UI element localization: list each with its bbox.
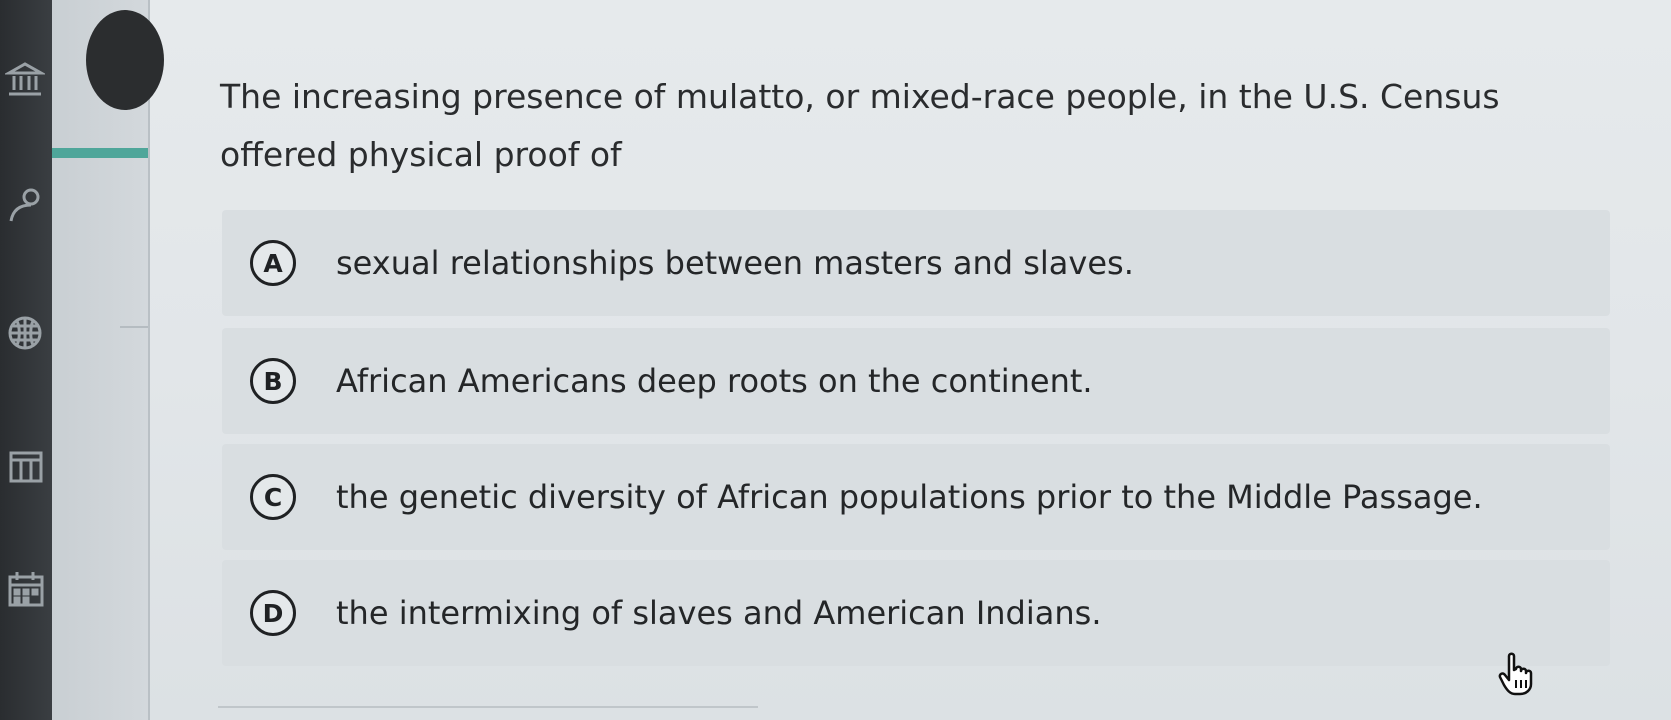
left-rail — [0, 0, 52, 720]
calendar-icon[interactable] — [2, 566, 48, 612]
option-c[interactable]: C the genetic diversity of African popul… — [222, 444, 1610, 550]
option-a-letter: A — [250, 240, 296, 286]
globe-icon[interactable] — [2, 310, 48, 356]
active-section-indicator — [52, 148, 148, 158]
option-c-text: the genetic diversity of African populat… — [336, 478, 1483, 516]
person-search-icon[interactable] — [2, 182, 48, 228]
option-a[interactable]: A sexual relationships between masters a… — [222, 210, 1610, 316]
avatar[interactable] — [86, 10, 164, 110]
option-a-text: sexual relationships between masters and… — [336, 244, 1134, 282]
option-d-letter: D — [250, 590, 296, 636]
library-icon[interactable] — [2, 444, 48, 490]
institution-icon[interactable] — [2, 56, 48, 102]
question-text: The increasing presence of mulatto, or m… — [220, 77, 1500, 174]
option-c-letter: C — [250, 474, 296, 520]
option-b-letter: B — [250, 358, 296, 404]
screen: The increasing presence of mulatto, or m… — [0, 0, 1671, 720]
option-d[interactable]: D the intermixing of slaves and American… — [222, 560, 1610, 666]
option-b-text: African Americans deep roots on the cont… — [336, 362, 1093, 400]
option-d-text: the intermixing of slaves and American I… — [336, 594, 1102, 632]
footer-divider — [218, 706, 758, 708]
sidebar-divider — [120, 326, 148, 328]
option-b[interactable]: B African Americans deep roots on the co… — [222, 328, 1610, 434]
hand-pointer-icon — [1498, 652, 1533, 696]
